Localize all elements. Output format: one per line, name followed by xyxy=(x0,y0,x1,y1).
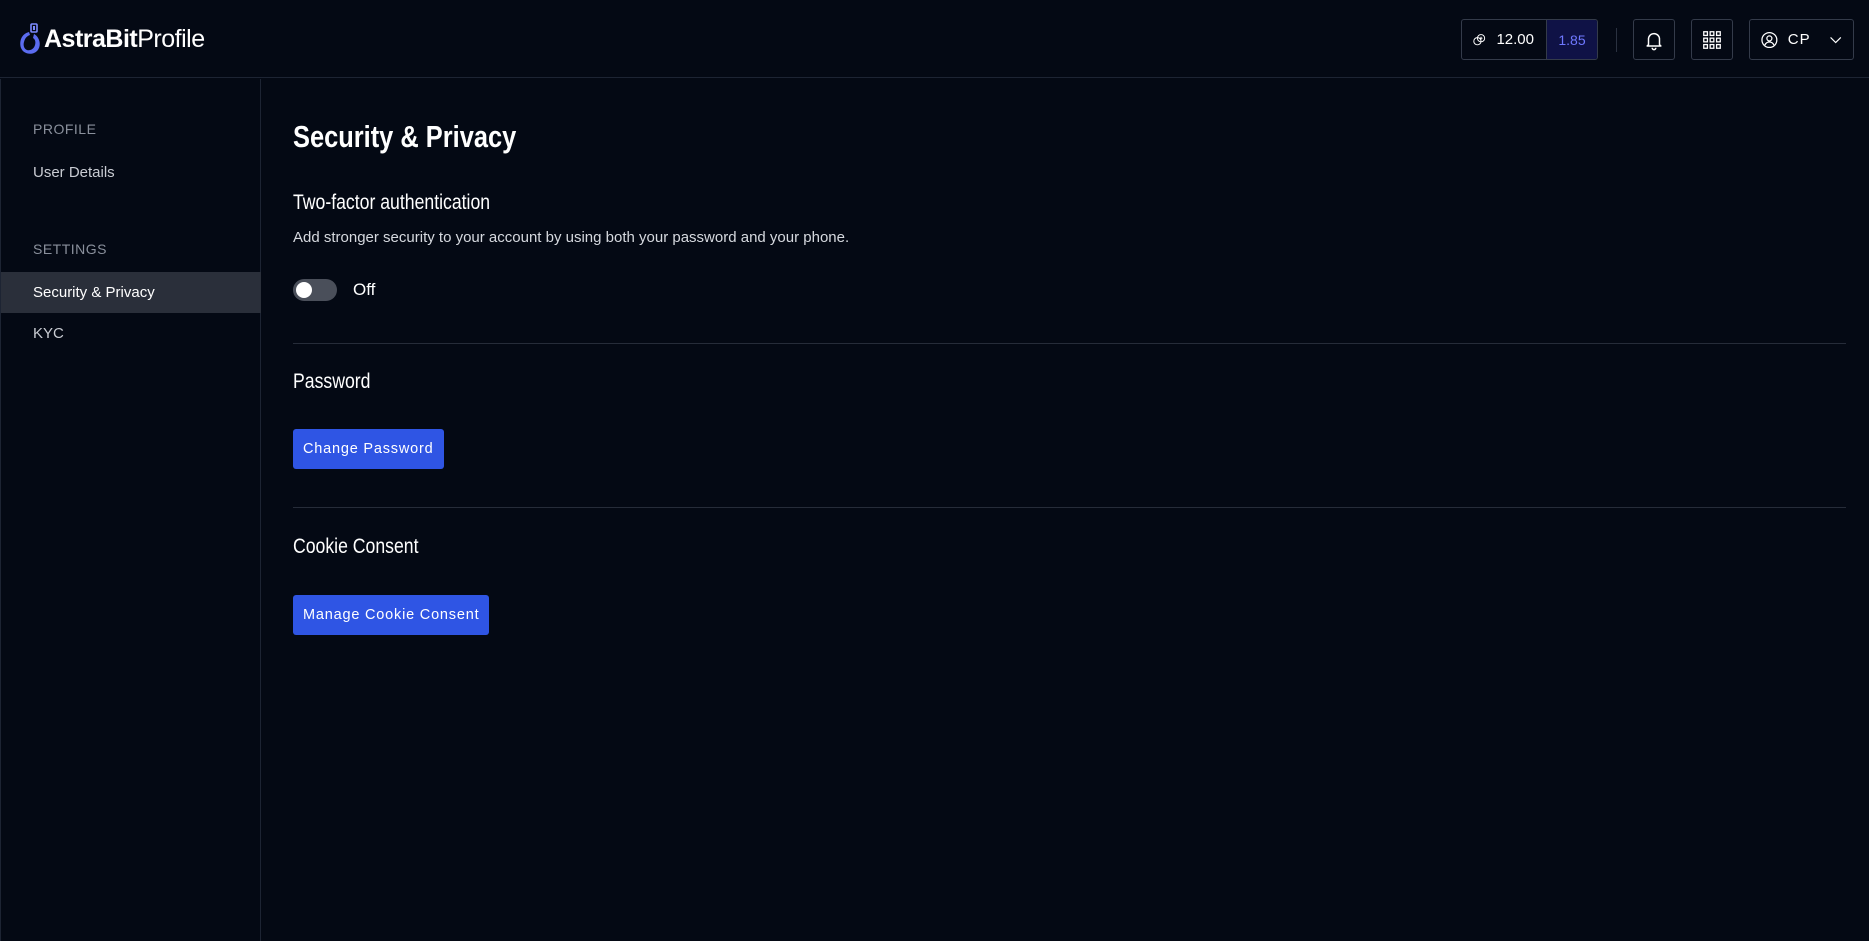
balance-widget[interactable]: 12.00 1.85 xyxy=(1461,19,1598,60)
logo-icon xyxy=(20,23,40,54)
two-factor-toggle-row: Off xyxy=(293,279,375,301)
balance-main-value: 12.00 xyxy=(1496,31,1534,48)
balance-main[interactable]: 12.00 xyxy=(1462,20,1546,59)
sidebar-section-profile: PROFILE xyxy=(33,121,97,137)
user-initials: CP xyxy=(1787,31,1811,48)
balance-secondary[interactable]: 1.85 xyxy=(1546,20,1597,59)
change-password-button[interactable]: Change Password xyxy=(293,429,444,469)
chevron-down-icon xyxy=(1829,36,1841,43)
sidebar: PROFILE User Details SETTINGS Security &… xyxy=(0,79,261,941)
sidebar-item-kyc[interactable]: KYC xyxy=(1,313,261,354)
user-menu-button[interactable]: CP xyxy=(1749,19,1854,60)
coin-icon xyxy=(1473,33,1486,45)
two-factor-toggle[interactable] xyxy=(293,279,337,301)
two-factor-toggle-state: Off xyxy=(353,280,376,299)
manage-cookie-consent-button[interactable]: Manage Cookie Consent xyxy=(293,595,490,635)
apps-grid-icon xyxy=(1703,30,1721,49)
sidebar-item-security-privacy[interactable]: Security & Privacy xyxy=(1,272,261,313)
header-divider xyxy=(1616,28,1617,52)
two-factor-title: Two-factor authentication xyxy=(293,191,491,214)
user-icon xyxy=(1761,31,1778,48)
password-title: Password xyxy=(293,370,371,393)
notifications-button[interactable] xyxy=(1633,19,1675,60)
bell-icon xyxy=(1646,32,1662,50)
apps-button[interactable] xyxy=(1691,19,1733,60)
sidebar-item-user-details[interactable]: User Details xyxy=(1,152,261,193)
app-root: AstraBit Profile 12.00 1.85 CP PROFILE U… xyxy=(0,0,1869,941)
top-header: AstraBit Profile 12.00 1.85 CP xyxy=(0,0,1869,78)
logo[interactable]: AstraBit Profile xyxy=(16,22,205,56)
sidebar-section-settings: SETTINGS xyxy=(33,241,108,257)
toggle-knob xyxy=(296,282,312,298)
logo-brand: AstraBit xyxy=(44,24,138,53)
cookie-consent-title: Cookie Consent xyxy=(293,535,419,558)
logo-suffix: Profile xyxy=(137,24,205,53)
page-title: Security & Privacy xyxy=(293,119,517,154)
section-divider xyxy=(293,343,1846,344)
section-divider xyxy=(293,507,1846,508)
two-factor-description: Add stronger security to your account by… xyxy=(293,229,850,246)
